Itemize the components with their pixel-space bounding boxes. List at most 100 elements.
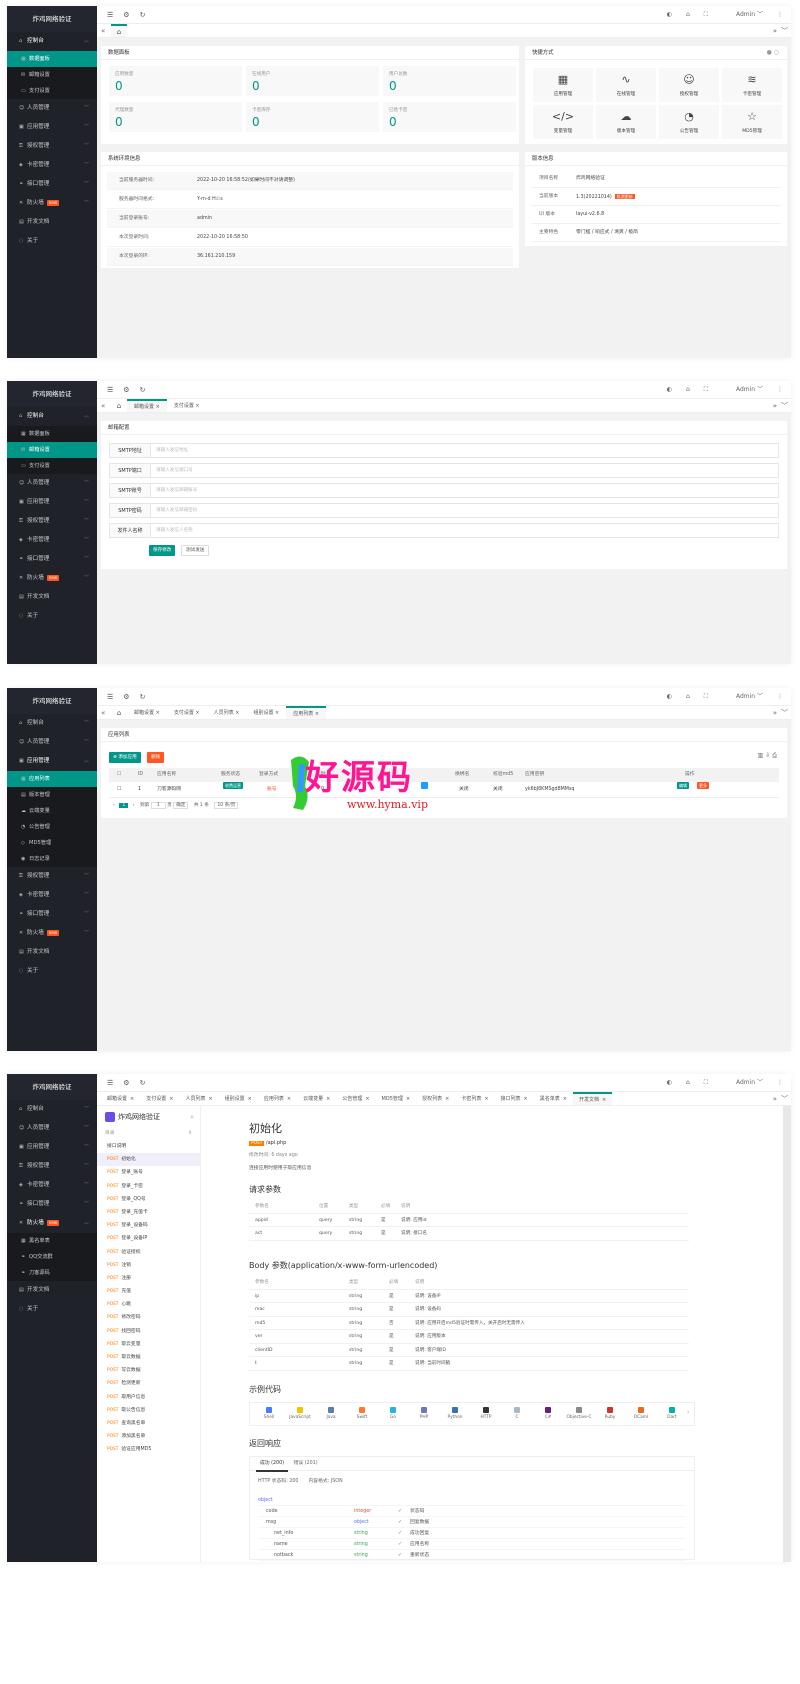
mail-input[interactable]: 请输入发信邮箱密码	[151, 503, 779, 518]
tab-group[interactable]: 组别设置 ×	[246, 706, 286, 719]
theme-icon[interactable]: ◐	[667, 693, 672, 700]
sidebar-item-cards[interactable]: ◈ 卡密管理 ﹀	[7, 531, 97, 550]
quick-link[interactable]: ≋ 卡密管理	[722, 68, 782, 102]
api-link[interactable]: POST 初始化	[97, 1153, 200, 1167]
tabs-next-icon[interactable]: »	[773, 1092, 777, 1105]
delete-button[interactable]: 删除	[147, 752, 165, 763]
more-languages-icon[interactable]: ›	[687, 1409, 689, 1416]
test-send-button[interactable]: 测试发送	[181, 545, 210, 556]
go-button[interactable]: 确定	[173, 802, 189, 809]
save-button[interactable]: 保存修改	[149, 545, 176, 556]
columns-icon[interactable]: ▥	[758, 752, 764, 759]
api-link[interactable]: POST 注销	[97, 1259, 200, 1272]
fullscreen-icon[interactable]: ⛶	[704, 693, 708, 700]
close-icon[interactable]: ×	[275, 710, 279, 716]
page-input[interactable]: 1	[150, 802, 166, 809]
carousel-dots-icon[interactable]: ● ○	[767, 49, 779, 56]
sidebar-item-people[interactable]: ☺ 人员管理 ﹀	[7, 733, 97, 752]
close-icon[interactable]: ×	[287, 1096, 291, 1102]
sidebar-item-people[interactable]: ☺ 人员管理 ﹀	[7, 474, 97, 493]
sidebar-item-version[interactable]: ▤ 版本管理	[7, 787, 97, 803]
sidebar-item-dao[interactable]: ⚭ 刀客源码	[7, 1265, 97, 1281]
sidebar-item-md5[interactable]: ◇ MD5管理	[7, 835, 97, 851]
sidebar-item-apps[interactable]: ▣ 应用管理 ﹀	[7, 118, 97, 137]
more-icon[interactable]: ⋮	[777, 386, 783, 393]
sidebar-item-api[interactable]: ⚭ 接口管理 ﹀	[7, 175, 97, 194]
api-link[interactable]: POST 充值	[97, 1285, 200, 1298]
quick-link[interactable]: ∿ 在线管理	[596, 68, 656, 102]
tab-group[interactable]: 组别设置 ×	[219, 1092, 258, 1105]
tab-success[interactable]: 成功 (200)	[256, 1458, 289, 1472]
sidebar-item-firewall[interactable]: ✕ 防火墙 new ﹀	[7, 194, 97, 213]
settings-icon[interactable]: ⚙	[123, 11, 139, 19]
lang-tab[interactable]: Python	[440, 1403, 470, 1420]
lang-tab[interactable]: HTTP	[471, 1403, 501, 1420]
lang-tab[interactable]: PHP	[409, 1403, 439, 1420]
tag-icon[interactable]: ⌂	[686, 1079, 690, 1086]
sidebar-item-dev[interactable]: ▤ 开发文档	[7, 1281, 97, 1300]
refresh-icon[interactable]: ↻	[140, 11, 156, 19]
export-icon[interactable]: ⇩	[765, 752, 770, 759]
menu-icon[interactable]: ☰	[107, 386, 123, 394]
close-icon[interactable]: ×	[563, 1096, 567, 1102]
close-icon[interactable]: ×	[248, 1096, 252, 1102]
quick-link[interactable]: ☺ 授权管理	[659, 68, 719, 102]
column-header[interactable]: 应用名称	[157, 768, 176, 782]
tabs-menu-icon[interactable]: ﹀	[781, 24, 788, 37]
sidebar-item-console[interactable]: ⌂ 控制台 ﹀	[7, 714, 97, 733]
tab-pay[interactable]: 支付设置 ×	[167, 706, 207, 719]
api-link[interactable]: POST 取公告信息	[97, 1404, 200, 1417]
settings-icon[interactable]: ⚙	[123, 386, 139, 394]
more-button[interactable]: 更多	[695, 782, 711, 789]
api-link[interactable]: POST 登录_卡密	[97, 1180, 200, 1193]
quick-link[interactable]: ☆ MD5管理	[722, 105, 782, 139]
api-link[interactable]: POST 登录_账号	[97, 1166, 200, 1179]
tab-mail[interactable]: 邮箱设置 ×	[127, 706, 167, 719]
tab-apps[interactable]: 应用列表 ×	[258, 1092, 297, 1105]
tabs-next-icon[interactable]: »	[773, 706, 777, 719]
sidebar-item-console[interactable]: ⌂ 控制台 ﹀	[7, 1100, 97, 1119]
row-checkbox[interactable]: ☐	[117, 782, 121, 798]
column-header[interactable]: 校验md5	[493, 768, 513, 782]
sidebar-item-dev[interactable]: ▤ 开发文档	[7, 588, 97, 607]
api-link[interactable]: POST 取云数据	[97, 1351, 200, 1364]
column-header[interactable]: 服务状态	[221, 768, 240, 782]
sidebar-item-console[interactable]: ⌂ 控制台 ︿	[7, 407, 97, 426]
menu-icon[interactable]: ☰	[107, 693, 123, 701]
tab-pay[interactable]: 支付设置 ×	[167, 399, 207, 412]
lang-tab[interactable]: Java	[316, 1403, 346, 1420]
more-icon[interactable]: ⋮	[777, 11, 783, 18]
sidebar-item-auth[interactable]: ⚿ 授权管理 ﹀	[7, 867, 97, 886]
refresh-icon[interactable]: ↻	[140, 386, 156, 394]
api-link[interactable]: POST 登录_设备码	[97, 1219, 200, 1232]
sidebar-item-blacklist[interactable]: ▦ 黑名单表	[7, 1233, 97, 1249]
sidebar-item-firewall[interactable]: ✕ 防火墙 new ︿	[7, 1214, 97, 1233]
api-intro-link[interactable]: 接口说明	[97, 1140, 200, 1153]
lang-tab[interactable]: C#	[533, 1403, 563, 1420]
close-icon[interactable]: ×	[195, 403, 199, 409]
settings-icon[interactable]: ⚙	[123, 1079, 139, 1087]
tab-mail[interactable]: 邮箱设置 ×	[101, 1092, 140, 1105]
sidebar-item-app-list[interactable]: ▦ 应用列表	[7, 771, 97, 787]
mail-input[interactable]: 请输入发信地址	[151, 443, 779, 458]
close-icon[interactable]: ×	[315, 711, 319, 717]
tab-home-icon[interactable]: ⌂	[111, 399, 127, 412]
tab-black[interactable]: 黑名单表 ×	[534, 1092, 573, 1105]
menu-icon[interactable]: ☰	[107, 11, 123, 19]
theme-icon[interactable]: ◐	[667, 386, 672, 393]
select-all-checkbox[interactable]: ☐	[117, 768, 121, 782]
sidebar-item-apps[interactable]: ▣ 应用管理 ﹀	[7, 1138, 97, 1157]
sidebar-item-apps[interactable]: ▣ 应用管理 ︿	[7, 752, 97, 771]
lang-tab[interactable]: Swift	[347, 1403, 377, 1420]
close-icon[interactable]: ×	[365, 1096, 369, 1102]
tab-home-icon[interactable]: ⌂	[111, 706, 127, 719]
tab-cloud[interactable]: 云端变量 ×	[297, 1092, 336, 1105]
sidebar-item-about[interactable]: ◌ 关于	[7, 962, 97, 981]
user-menu[interactable]: Admin ﹀	[722, 11, 763, 18]
sidebar-item-mail[interactable]: ✉ 邮箱设置	[7, 67, 97, 83]
api-link[interactable]: POST 检测更新	[97, 1377, 200, 1390]
lang-tab[interactable]: Ruby	[595, 1403, 625, 1420]
sidebar-item-cards[interactable]: ◈ 卡密管理 ﹀	[7, 886, 97, 905]
quick-link[interactable]: </> 变量管理	[533, 105, 593, 139]
sidebar-item-dev[interactable]: ▤ 开发文档	[7, 213, 97, 232]
